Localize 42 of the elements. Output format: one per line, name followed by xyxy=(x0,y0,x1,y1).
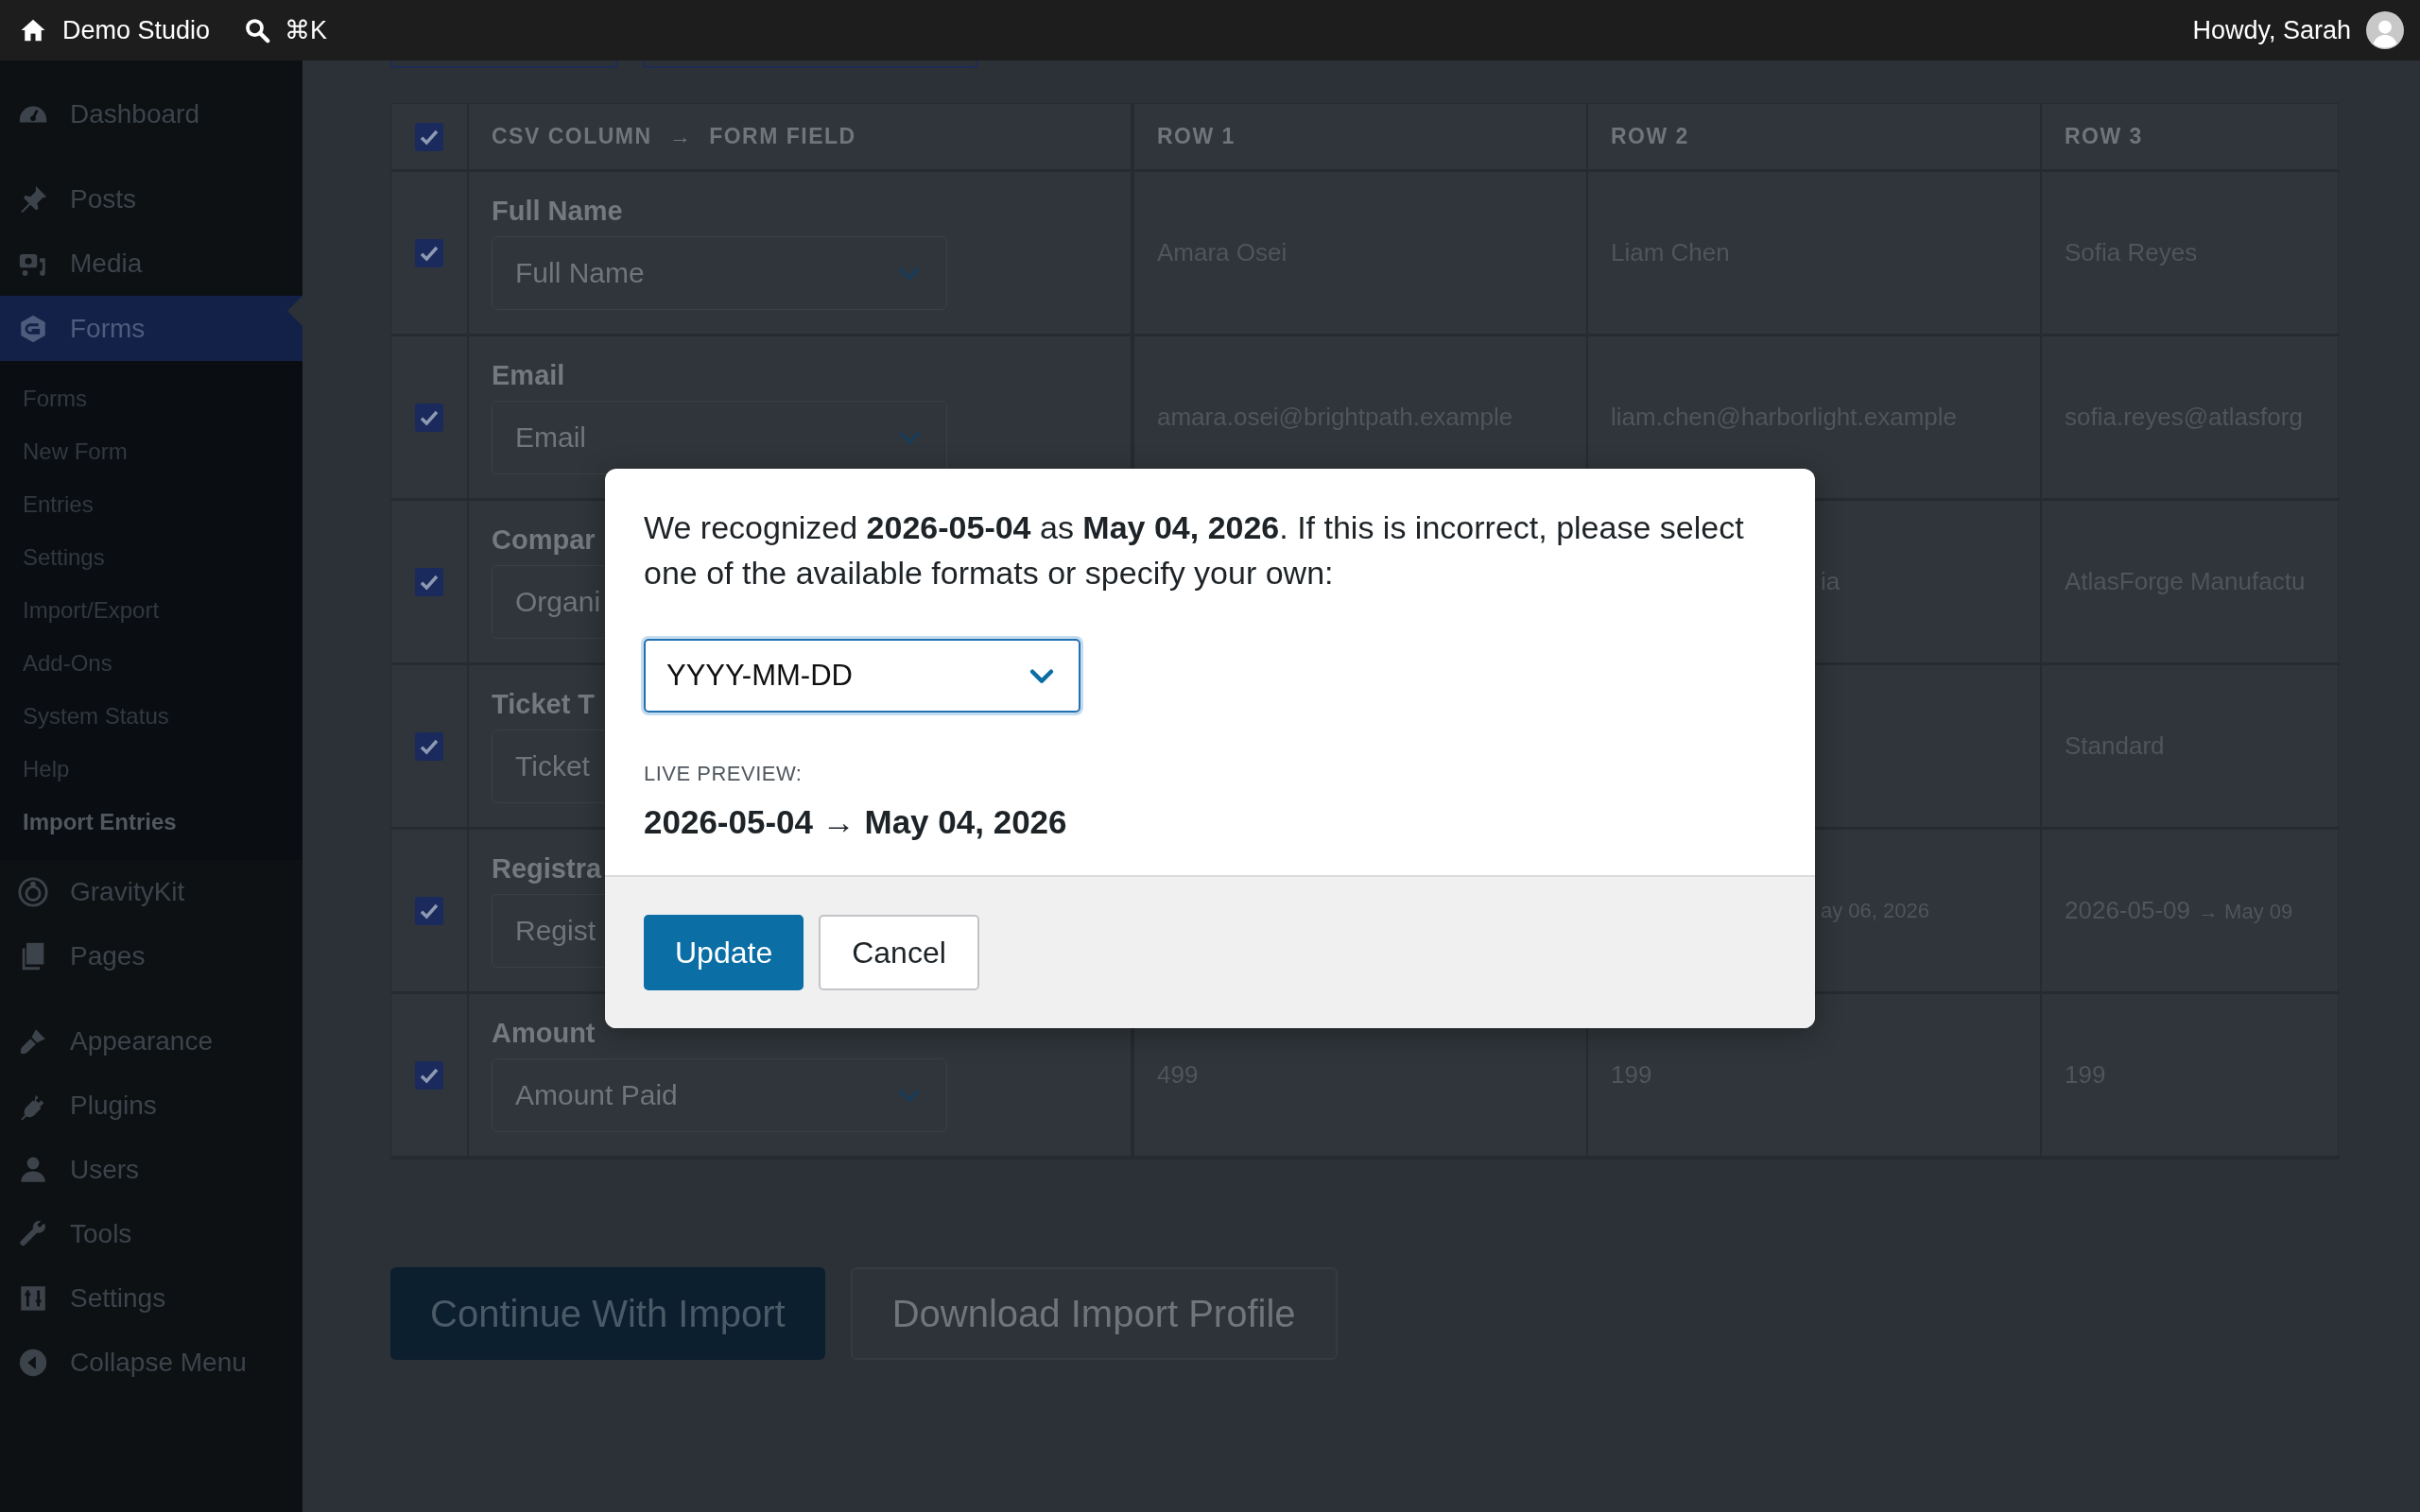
field-label: Compar xyxy=(492,524,596,556)
greeting-link[interactable]: Howdy, Sarah xyxy=(2192,15,2351,45)
checkbox[interactable] xyxy=(415,403,443,432)
format-select[interactable]: YYYY-MM-DD xyxy=(644,639,1080,713)
field-label: Full Name xyxy=(492,196,623,227)
site-name-link[interactable]: Demo Studio xyxy=(62,15,211,45)
update-button[interactable]: Update xyxy=(644,915,804,990)
avatar-icon[interactable] xyxy=(2366,11,2404,49)
submenu-item[interactable]: Import Entries xyxy=(0,796,302,849)
column-header: ROW 1 xyxy=(1157,124,1236,149)
target-icon xyxy=(17,876,49,908)
download-button[interactable]: Download Import Profile xyxy=(850,1267,1338,1360)
field-label: Email xyxy=(492,360,565,391)
dialog-message: We recognized 2026-05-04 as May 04, 2026. If this is incorrect, please select one of the available formats or specify your own: xyxy=(644,508,1745,593)
checkbox[interactable] xyxy=(415,896,443,925)
checkbox[interactable] xyxy=(415,567,443,596)
cancel-button[interactable]: Cancel xyxy=(819,915,979,990)
shortcut-hint: ⌘K xyxy=(285,15,328,45)
field-select[interactable]: Amount Paid xyxy=(492,1058,947,1132)
column-header: ROW 3 xyxy=(2065,124,2143,149)
field-select[interactable]: Full Name xyxy=(492,236,947,310)
menu-pointer xyxy=(287,296,302,326)
field-label: Ticket T xyxy=(492,689,596,720)
collapse-icon xyxy=(17,1347,49,1379)
field-label: Registra xyxy=(492,853,602,885)
field-select[interactable]: Ticket xyxy=(492,730,604,803)
column-header: FORM FIELD xyxy=(709,124,856,149)
checkbox[interactable] xyxy=(415,1060,443,1090)
column-header: CSV COLUMN xyxy=(492,124,652,149)
search-icon[interactable] xyxy=(243,16,272,44)
checkbox[interactable] xyxy=(415,122,443,151)
column-header: ROW 2 xyxy=(1611,124,1689,149)
arrow-glyph: → xyxy=(668,124,693,149)
checkbox[interactable] xyxy=(415,238,443,267)
continue-button[interactable]: Continue With Import xyxy=(390,1267,825,1360)
preview-text: 2026-05-04 → May 04, 2026 xyxy=(644,803,1068,841)
menu-item[interactable]: Forms xyxy=(0,296,302,361)
field-select[interactable]: Regist xyxy=(492,894,604,968)
preview-label: LIVE PREVIEW: xyxy=(644,762,804,786)
field-label: Amount xyxy=(492,1018,596,1049)
field-select[interactable]: Organi xyxy=(492,565,604,639)
checkbox[interactable] xyxy=(415,731,443,761)
